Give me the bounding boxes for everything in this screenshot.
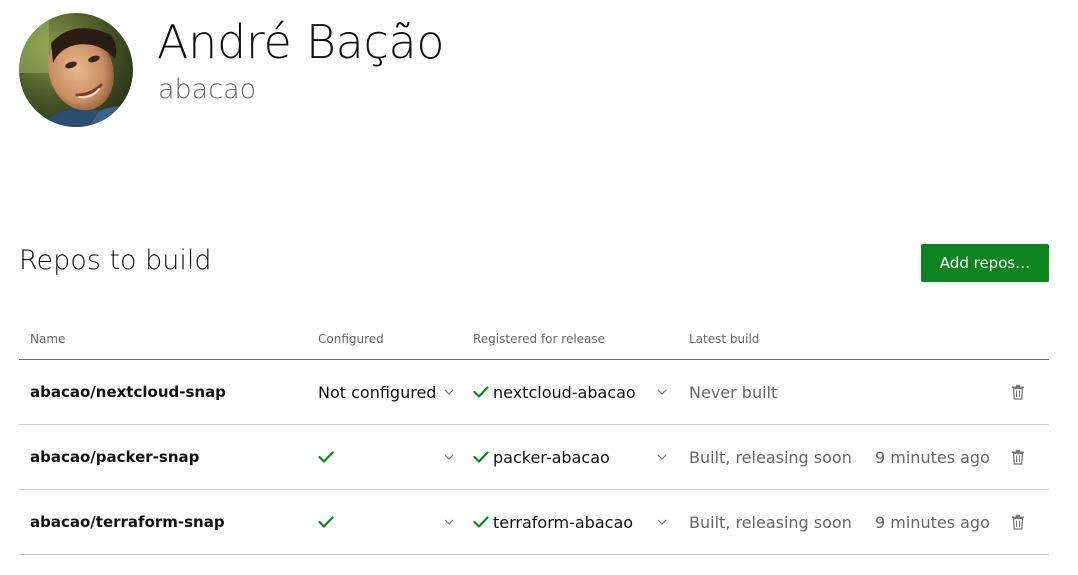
repo-name: abacao/nextcloud-snap bbox=[30, 383, 226, 401]
check-icon bbox=[473, 386, 489, 398]
registered-dropdown[interactable]: terraform-abacao bbox=[473, 490, 667, 554]
registered-dropdown[interactable]: packer-abacao bbox=[473, 425, 667, 489]
profile-username: abacao bbox=[158, 74, 257, 105]
column-header-registered: Registered for release bbox=[473, 332, 606, 346]
table-row: abacao/terraform-snap terraform-abacao B… bbox=[19, 490, 1049, 555]
avatar bbox=[19, 13, 133, 127]
column-header-name: Name bbox=[30, 332, 66, 346]
configured-dropdown[interactable] bbox=[318, 425, 454, 489]
page: André Bação abacao Repos to build Add re… bbox=[0, 0, 1078, 575]
build-status: Never built bbox=[689, 382, 778, 402]
add-repos-button[interactable]: Add repos… bbox=[921, 244, 1049, 282]
registered-name: terraform-abacao bbox=[493, 512, 634, 532]
trash-icon[interactable] bbox=[1011, 425, 1025, 489]
profile-name: André Bação bbox=[157, 15, 445, 69]
check-icon bbox=[318, 451, 334, 463]
registered-name: nextcloud-abacao bbox=[493, 382, 636, 402]
section-title: Repos to build bbox=[19, 245, 212, 276]
chevron-down-icon bbox=[444, 454, 454, 460]
column-header-latest-build: Latest build bbox=[689, 332, 760, 346]
build-status: Built, releasing soon bbox=[689, 447, 852, 467]
table-header: Name Configured Registered for release L… bbox=[19, 320, 1049, 360]
registered-dropdown[interactable]: nextcloud-abacao bbox=[473, 360, 667, 424]
configured-dropdown[interactable] bbox=[318, 490, 454, 554]
trash-icon[interactable] bbox=[1011, 360, 1025, 424]
repo-name: abacao/terraform-snap bbox=[30, 513, 225, 531]
build-time: 9 minutes ago bbox=[875, 447, 990, 467]
configured-status: Not configured bbox=[318, 382, 437, 402]
check-icon bbox=[473, 451, 489, 463]
repo-name: abacao/packer-snap bbox=[30, 448, 200, 466]
build-status: Built, releasing soon bbox=[689, 512, 852, 532]
chevron-down-icon bbox=[657, 519, 667, 525]
chevron-down-icon bbox=[444, 389, 454, 395]
configured-dropdown[interactable]: Not configured bbox=[318, 360, 454, 424]
build-time: 9 minutes ago bbox=[875, 512, 990, 532]
check-icon bbox=[318, 516, 334, 528]
table-row: abacao/packer-snap packer-abacao Built, … bbox=[19, 425, 1049, 490]
trash-icon[interactable] bbox=[1011, 490, 1025, 554]
registered-name: packer-abacao bbox=[493, 447, 610, 467]
column-header-configured: Configured bbox=[318, 332, 384, 346]
check-icon bbox=[473, 516, 489, 528]
chevron-down-icon bbox=[444, 519, 454, 525]
chevron-down-icon bbox=[657, 389, 667, 395]
repos-table: Name Configured Registered for release L… bbox=[19, 320, 1049, 555]
table-row: abacao/nextcloud-snap Not configured nex… bbox=[19, 360, 1049, 425]
chevron-down-icon bbox=[657, 454, 667, 460]
